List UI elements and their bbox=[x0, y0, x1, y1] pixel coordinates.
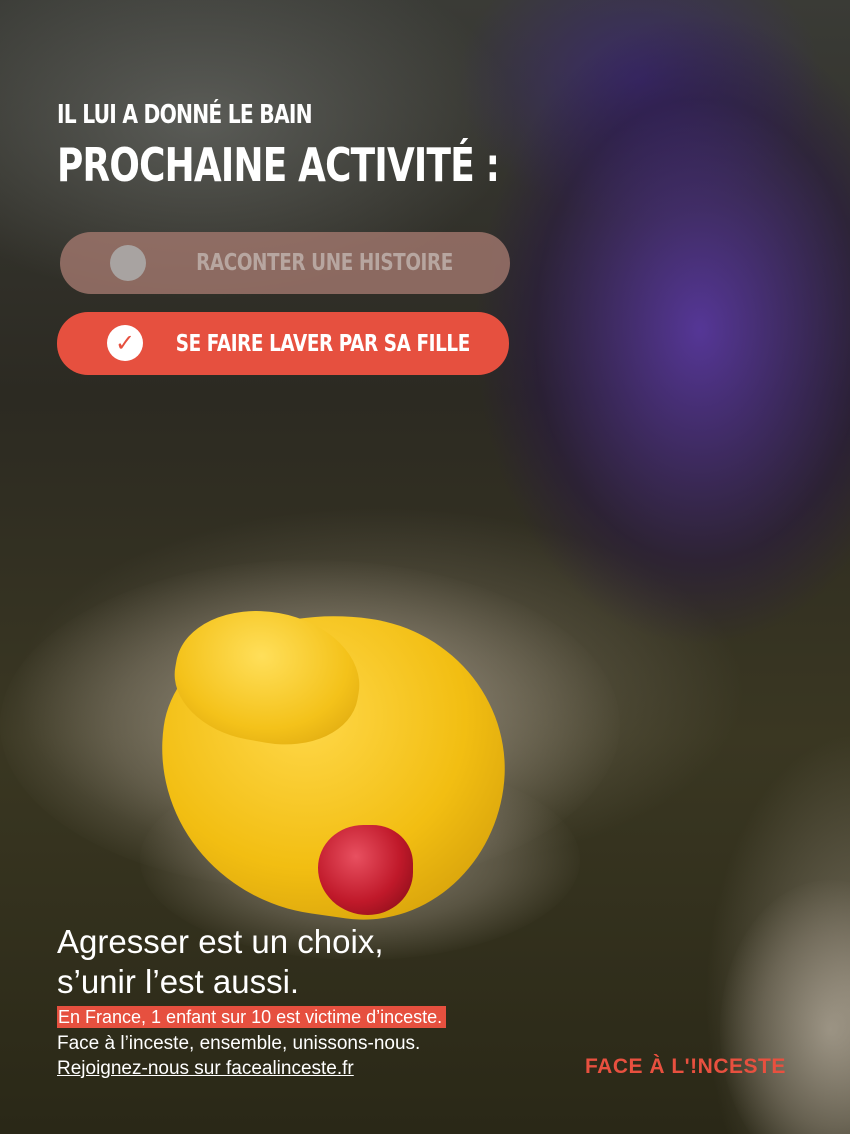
statistic-highlight: En France, 1 enfant sur 10 est victime d… bbox=[57, 1006, 447, 1028]
choice-raconter-une-histoire[interactable]: RACONTER UNE HISTOIRE bbox=[60, 232, 510, 294]
body-line: Face à l’inceste, ensemble, unissons-nou… bbox=[57, 1033, 421, 1054]
headline: IL LUI A DONNÉ LE BAIN PROCHAINE ACTIVIT… bbox=[57, 100, 624, 192]
rubber-duck-beak bbox=[318, 825, 413, 915]
choice-se-faire-laver[interactable]: ✓ SE FAIRE LAVER PAR SA FILLE bbox=[57, 312, 509, 375]
slogan: Agresser est un choix, s’unir l’est auss… bbox=[57, 922, 384, 1002]
bath-foam bbox=[720, 880, 850, 1134]
brand-logo: FACE À L'!NCESTE bbox=[585, 1055, 786, 1078]
slogan-line-1: Agresser est un choix, bbox=[57, 923, 384, 960]
headline-line-1: IL LUI A DONNÉ LE BAIN bbox=[57, 100, 313, 130]
website-link[interactable]: Rejoignez-nous sur facealinceste.fr bbox=[57, 1058, 354, 1080]
choice-label: SE FAIRE LAVER PAR SA FILLE bbox=[175, 330, 471, 357]
choice-label: RACONTER UNE HISTOIRE bbox=[196, 250, 454, 276]
slogan-line-2: s’unir l’est aussi. bbox=[57, 963, 300, 1000]
headline-line-2: PROCHAINE ACTIVITÉ : bbox=[57, 138, 500, 192]
